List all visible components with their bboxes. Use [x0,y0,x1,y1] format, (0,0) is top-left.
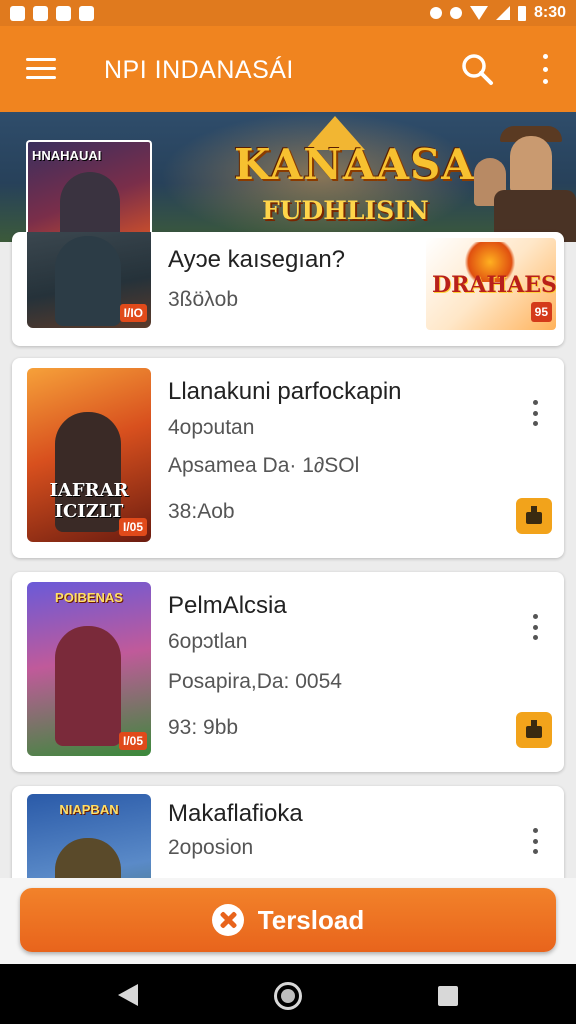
system-navigation-bar [0,964,576,1024]
battery-icon [517,5,526,21]
status-bar: 8:30 [0,0,576,26]
more-vert-icon[interactable] [528,400,542,426]
game-card[interactable]: IAFRAR ICIZLT I/05 Llanakuni parfockapin … [12,358,564,558]
data-icon [449,7,462,19]
more-vert-icon[interactable] [528,614,542,640]
notification-icon [79,5,94,21]
game-size: 3ßöλob [168,288,239,311]
banner-title: KANAASA [234,140,475,189]
game-title: Llanakuni parfockapin [168,378,402,405]
banner-characters-image [466,118,576,242]
age-rating-badge: 95 [530,302,552,322]
game-size: 2oposion [168,836,254,859]
recent-apps-icon[interactable] [438,986,458,1006]
banner-subtitle: FUDHLISIN [262,196,429,225]
more-vert-icon[interactable] [538,54,552,84]
close-badge-icon [211,904,244,936]
promo-title: DRAHAES [432,272,556,298]
banner-poster-title: HNAHAUAI [32,148,102,163]
search-icon[interactable] [460,52,494,86]
game-downloads: 93: 9bb [168,716,239,739]
game-size: 6opɔtlan [168,630,248,653]
thumbnail-title: NIAPBAN [59,802,119,817]
game-title: Makaflafioka [168,800,303,827]
age-rating-badge: I/05 [118,732,147,750]
game-card[interactable]: POIBENAS I/05 PelmAlcsia 6opɔtlan Posapi… [12,572,564,772]
age-rating-badge: I/05 [118,518,147,536]
download-button-label: Tersload [257,904,365,935]
promo-image[interactable]: DRAHAES 95 [426,238,556,330]
app-title: NPI INDANASÁI [104,56,294,84]
download-icon[interactable] [516,712,552,748]
game-thumbnail: IAFRAR ICIZLT I/05 [27,368,151,542]
back-icon[interactable] [118,984,138,1006]
download-icon[interactable] [516,498,552,534]
notification-icon [33,5,48,21]
status-time: 8:30 [533,4,566,21]
app-bar: NPI INDANASÁI [0,26,576,112]
status-bar-notifications [10,5,94,21]
home-icon[interactable] [274,982,302,1010]
wifi-icon [469,6,488,20]
notification-icon [10,5,25,21]
more-vert-icon[interactable] [528,828,542,854]
age-rating-badge: I/IO [119,304,147,322]
banner-poster-image: HNAHAUAI [26,140,152,232]
app-screen: 8:30 NPI INDANASÁI KANAASA FUDHLISIN I/I… [0,0,576,1024]
thumbnail-title: IAFRAR ICIZLT [49,480,129,522]
game-date: Apsamea Da· 1∂SOl [168,454,360,477]
game-thumbnail: POIBENAS I/05 [27,582,151,756]
signal-icon [495,6,510,20]
vibrate-icon [429,7,442,19]
status-bar-system: 8:30 [429,4,566,22]
game-thumbnail: I/IO [27,232,151,328]
game-date: Posapira,Da: 0054 [168,670,342,693]
game-title: Ayɔe kaısegıan? [168,246,346,273]
notification-icon [56,5,71,21]
download-button[interactable]: Tersload [20,888,556,952]
hamburger-menu-icon[interactable] [26,58,56,80]
game-size: 4opɔutan [168,416,255,439]
game-downloads: 38:Aob [168,500,235,523]
thumbnail-title: POIBENAS [55,590,123,605]
game-title: PelmAlcsia [168,592,287,619]
game-card[interactable]: I/IO Ayɔe kaısegıan? 3ßöλob DRAHAES 95 [12,232,564,346]
